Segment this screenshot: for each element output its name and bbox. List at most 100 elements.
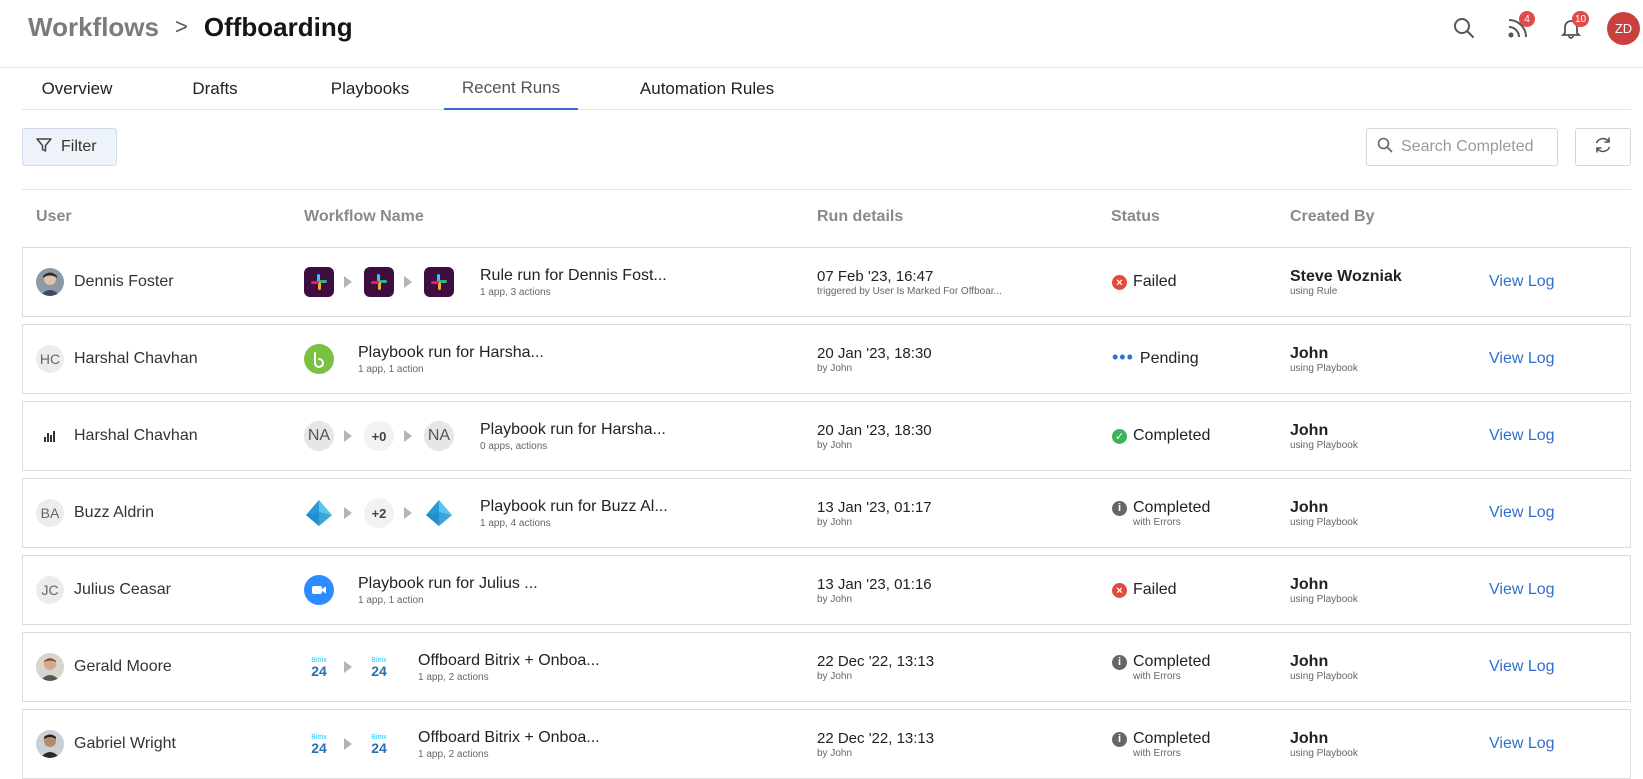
table-row[interactable]: HC Harshal Chavhan Playbook run for Hars…: [22, 324, 1631, 394]
filter-button[interactable]: Filter: [22, 128, 117, 166]
run-time: 13 Jan '23, 01:17: [817, 498, 932, 516]
slack-icon: [364, 267, 394, 297]
tab-overview[interactable]: Overview: [22, 68, 132, 110]
table-row[interactable]: Harshal Chavhan NA +0 NA Playbook run fo…: [22, 401, 1631, 471]
status-subtext: with Errors: [1133, 670, 1181, 682]
info-icon: i: [1112, 731, 1127, 747]
status-text: Pending: [1139, 350, 1199, 367]
status-subtext: with Errors: [1133, 516, 1181, 528]
user-avatar[interactable]: ZD: [1607, 12, 1640, 45]
workflow-summary: 1 app, 2 actions: [418, 748, 489, 760]
arrow-icon: [344, 738, 352, 750]
created-by-name: John: [1290, 498, 1329, 516]
bitrix24-icon: Bitrix 24: [371, 733, 387, 756]
arrow-icon: [344, 276, 352, 288]
status-badge: ••• Pending: [1112, 348, 1199, 368]
failed-icon: ×: [1112, 583, 1127, 598]
unknown-app-icon: NA: [304, 421, 334, 451]
more-apps-count: +0: [364, 421, 394, 451]
view-log-link[interactable]: View Log: [1489, 735, 1555, 753]
arrow-icon: [344, 507, 352, 519]
workflow-name[interactable]: Playbook run for Buzz Al...: [480, 498, 668, 516]
table-row[interactable]: JC Julius Ceasar Playbook run for Julius…: [22, 555, 1631, 625]
workflow-summary: 1 app, 1 action: [358, 363, 424, 375]
workflow-name[interactable]: Playbook run for Julius ...: [358, 575, 538, 593]
user-name: Julius Ceasar: [74, 581, 171, 598]
breadcrumb-workflows-link[interactable]: Workflows: [28, 12, 159, 43]
created-via: using Rule: [1290, 285, 1338, 297]
status-subtext: with Errors: [1133, 747, 1181, 759]
user-name: Dennis Foster: [74, 273, 174, 290]
arrow-icon: [404, 430, 412, 442]
tab-playbooks[interactable]: Playbooks: [304, 68, 436, 110]
created-by-name: John: [1290, 729, 1329, 747]
user-name: Harshal Chavhan: [74, 427, 198, 444]
status-text: Completed: [1133, 498, 1211, 516]
bitrix24-icon: Bitrix 24: [311, 733, 327, 756]
filter-label: Filter: [61, 138, 97, 155]
top-bar: Workflows > Offboarding 4 10 ZD: [0, 0, 1643, 68]
check-icon: ✓: [1112, 429, 1127, 444]
created-via: using Playbook: [1290, 362, 1358, 374]
created-by-name: John: [1290, 421, 1329, 439]
run-time: 20 Jan '23, 18:30: [817, 421, 932, 439]
info-icon: i: [1112, 654, 1127, 670]
info-icon: i: [1112, 500, 1127, 516]
search-input[interactable]: [1401, 138, 1551, 156]
created-by-name: John: [1290, 344, 1329, 362]
workflow-summary: 1 app, 4 actions: [480, 517, 551, 529]
view-log-link[interactable]: View Log: [1489, 350, 1555, 368]
workflow-name[interactable]: Offboard Bitrix + Onboa...: [418, 729, 600, 747]
run-time: 13 Jan '23, 01:16: [817, 575, 932, 593]
tab-recent-runs[interactable]: Recent Runs: [444, 68, 578, 110]
search-icon[interactable]: [1450, 14, 1478, 42]
feed-icon[interactable]: 4: [1504, 11, 1535, 42]
table-row[interactable]: Gabriel Wright Bitrix 24 Bitrix 24 Offbo…: [22, 709, 1631, 779]
view-log-link[interactable]: View Log: [1489, 658, 1555, 676]
created-via: using Playbook: [1290, 747, 1358, 759]
notifications-badge: 10: [1572, 11, 1590, 27]
column-run-details: Run details: [817, 208, 904, 225]
run-trigger: by John: [817, 362, 853, 374]
view-log-link[interactable]: View Log: [1489, 273, 1555, 291]
failed-icon: ×: [1112, 275, 1127, 290]
feed-badge: 4: [1519, 11, 1535, 27]
run-time: 22 Dec '22, 13:13: [817, 729, 935, 747]
status-text: Failed: [1133, 581, 1177, 598]
run-time: 20 Jan '23, 18:30: [817, 344, 932, 362]
run-trigger: by John: [817, 439, 853, 451]
tab-automation-rules[interactable]: Automation Rules: [622, 68, 792, 110]
created-via: using Playbook: [1290, 516, 1358, 528]
workflow-name[interactable]: Playbook run for Harsha...: [480, 421, 666, 439]
created-by-name: Steve Wozniak: [1290, 267, 1402, 285]
workflow-name[interactable]: Rule run for Dennis Fost...: [480, 267, 667, 285]
run-trigger: by John: [817, 593, 853, 605]
column-workflow-name: Workflow Name: [304, 208, 424, 225]
view-log-link[interactable]: View Log: [1489, 581, 1555, 599]
bell-icon[interactable]: 10: [1557, 11, 1590, 42]
view-log-link[interactable]: View Log: [1489, 427, 1555, 445]
tab-drafts[interactable]: Drafts: [170, 68, 260, 110]
status-badge: × Failed: [1112, 581, 1177, 599]
view-log-link[interactable]: View Log: [1489, 504, 1555, 522]
status-text: Failed: [1133, 273, 1177, 290]
table-row[interactable]: Gerald Moore Bitrix 24 Bitrix 24 Offboar…: [22, 632, 1631, 702]
run-trigger: by John: [817, 670, 853, 682]
arrow-icon: [344, 430, 352, 442]
breadcrumb-separator: >: [174, 14, 188, 39]
created-via: using Playbook: [1290, 439, 1358, 451]
workflow-summary: 1 app, 2 actions: [418, 671, 489, 683]
arrow-icon: [404, 507, 412, 519]
table-row[interactable]: Dennis Foster Rule run for Dennis Fost..…: [22, 247, 1631, 317]
run-trigger: by John: [817, 747, 853, 759]
table-row[interactable]: BA Buzz Aldrin +2 Playbook run for Buzz …: [22, 478, 1631, 548]
bamboohr-icon: [304, 344, 334, 374]
workflow-name[interactable]: Offboard Bitrix + Onboa...: [418, 652, 600, 670]
run-trigger: by John: [817, 516, 853, 528]
more-apps-count: +2: [364, 498, 394, 528]
created-by-name: John: [1290, 652, 1329, 670]
status-badge: i Completed with Errors: [1112, 730, 1210, 759]
workflow-name[interactable]: Playbook run for Harsha...: [358, 344, 544, 362]
refresh-button[interactable]: [1575, 128, 1631, 166]
table-header: User Workflow Name Run details Status Cr…: [22, 198, 1631, 234]
